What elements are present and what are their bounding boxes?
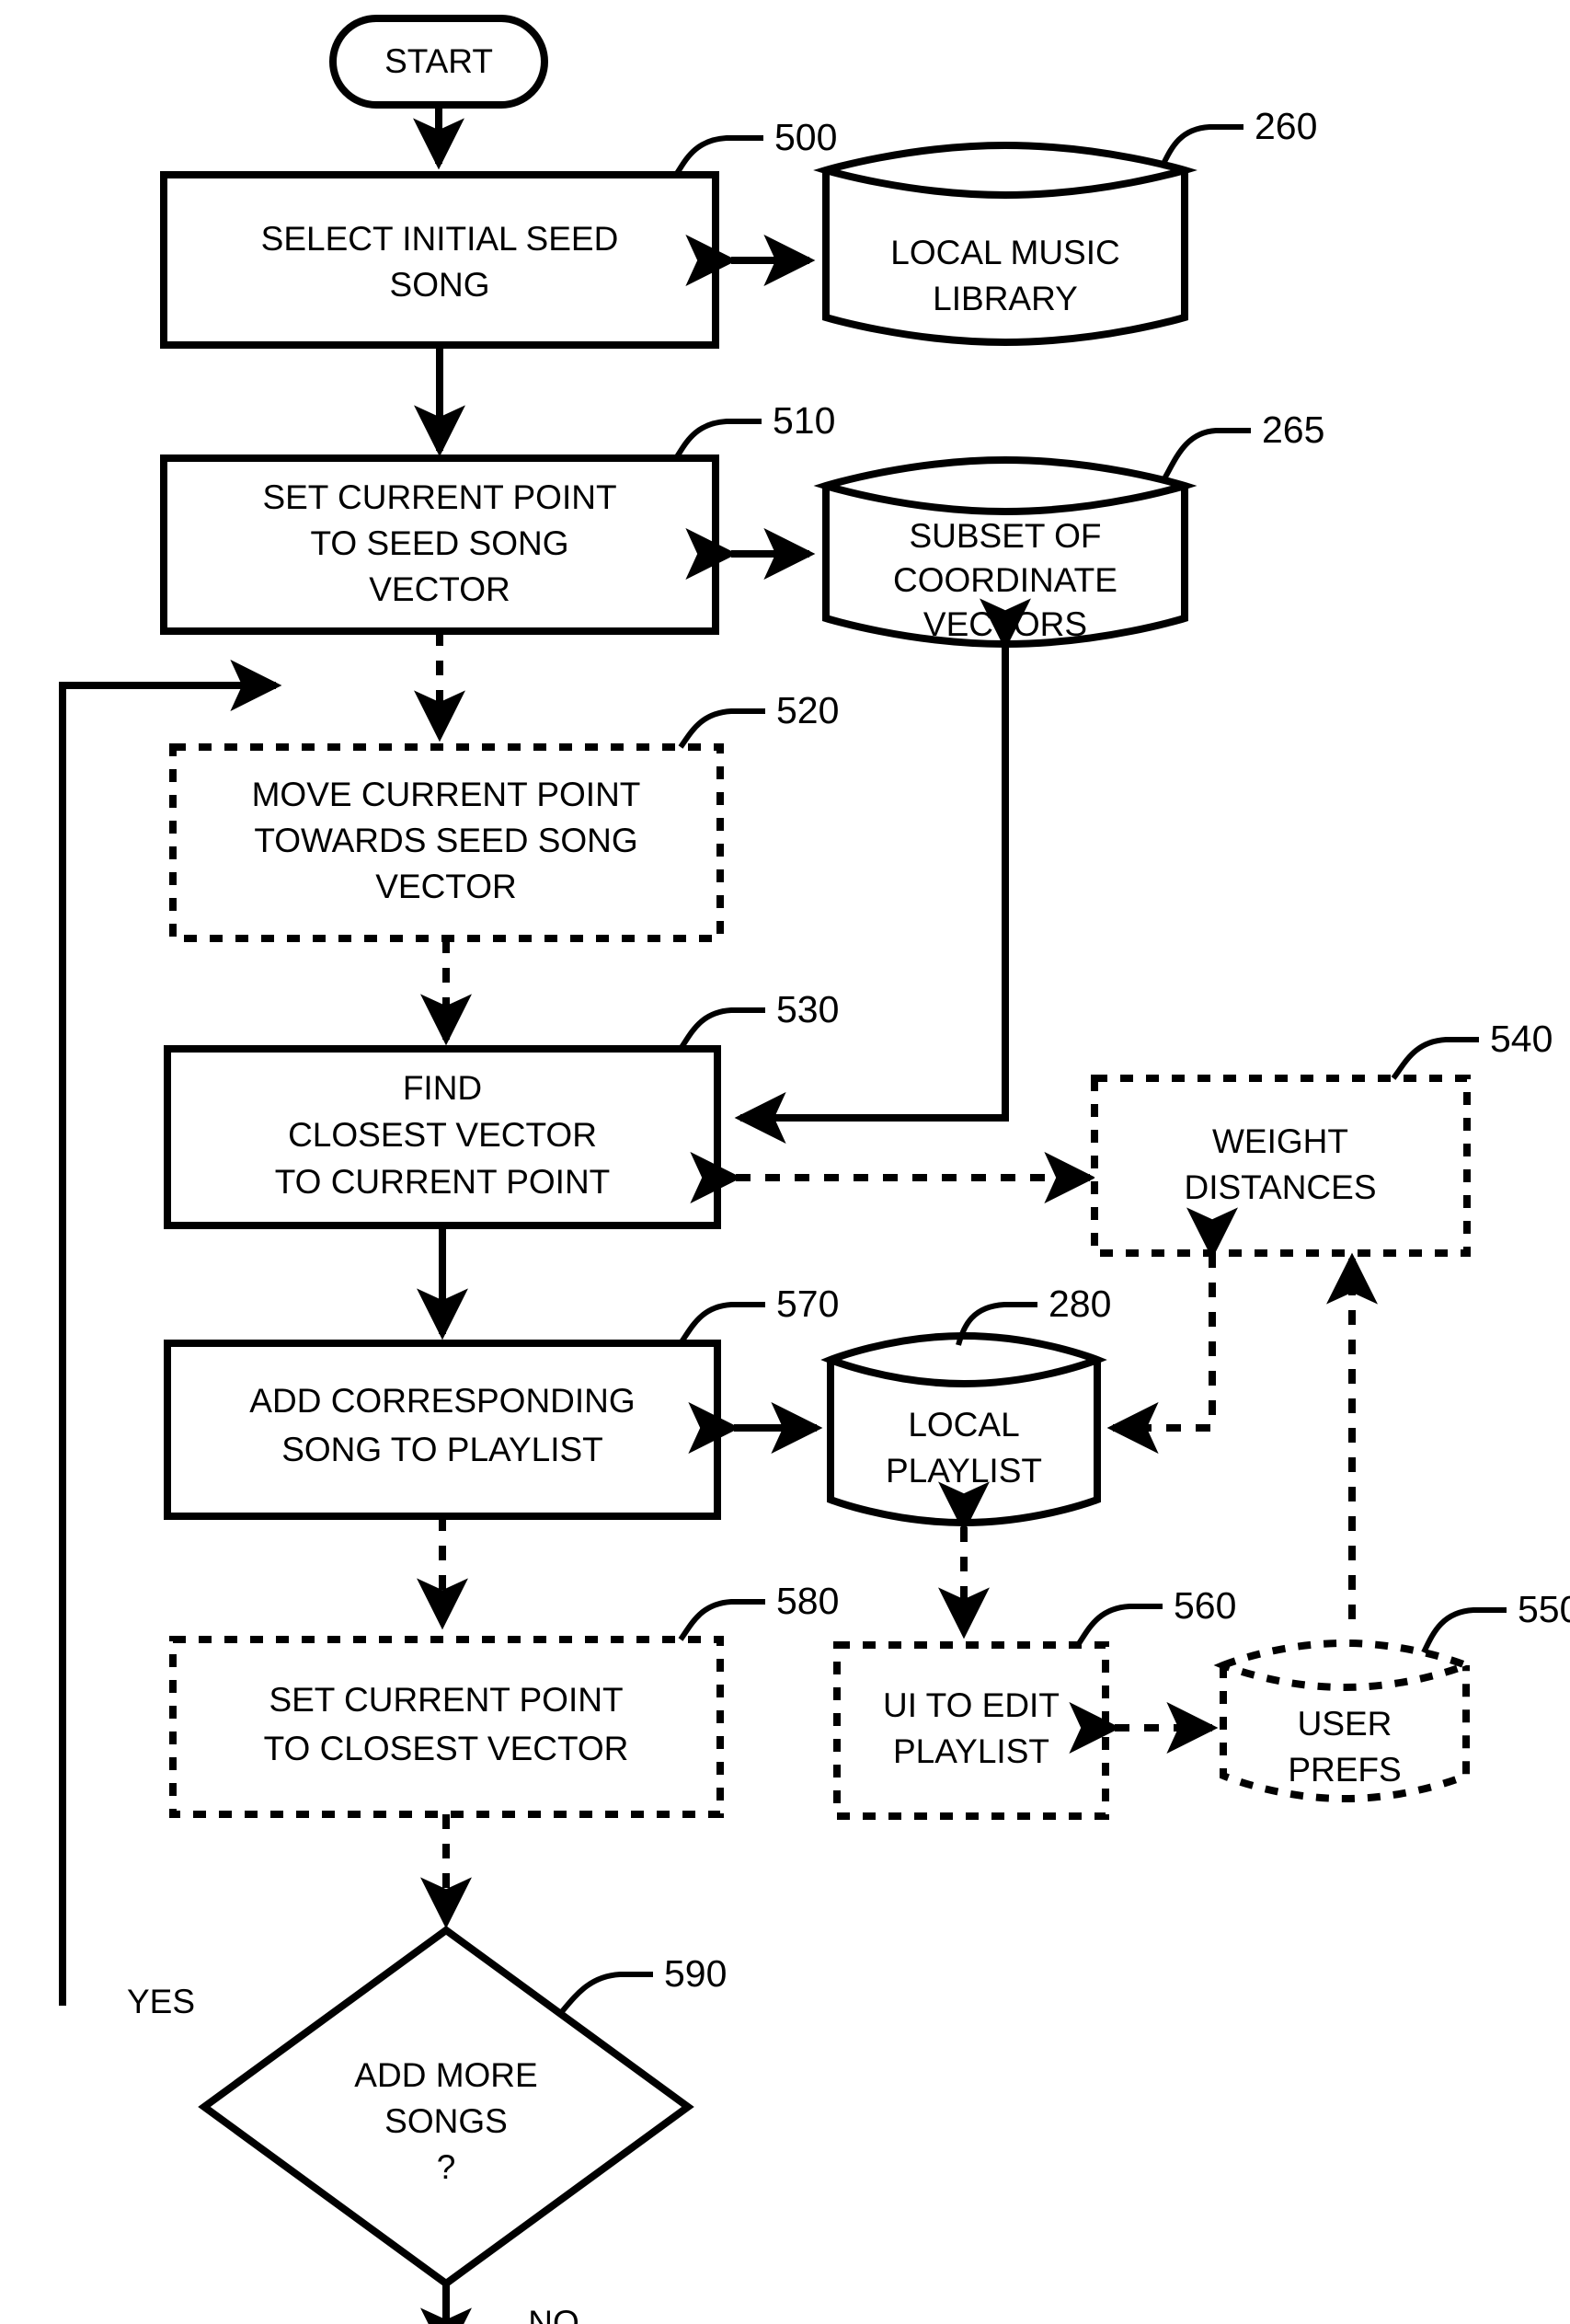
set-current-point-seed-label-line1: SET CURRENT POINT bbox=[262, 478, 616, 516]
select-initial-seed-song-label-line1: SELECT INITIAL SEED bbox=[261, 220, 619, 258]
ref-number-590: 590 bbox=[664, 1952, 727, 1995]
ref-number-570: 570 bbox=[776, 1283, 839, 1325]
start-label: START bbox=[384, 42, 493, 80]
select-initial-seed-song-box bbox=[160, 171, 719, 349]
local-playlist-label-line1: LOCAL bbox=[908, 1406, 1019, 1444]
flowchart-canvas: START SELECT INITIAL SEED SONG 500 LOCAL… bbox=[0, 0, 1570, 2324]
user-prefs-label-line1: USER bbox=[1298, 1705, 1392, 1743]
node-580: SET CURRENT POINT TO CLOSEST VECTOR bbox=[169, 1636, 724, 1818]
user-prefs-label-line2: PREFS bbox=[1288, 1751, 1401, 1789]
leader-500 bbox=[673, 135, 763, 177]
node-520: MOVE CURRENT POINT TOWARDS SEED SONG VEC… bbox=[169, 743, 724, 942]
node-260: LOCAL MUSIC LIBRARY bbox=[813, 141, 1198, 347]
weight-distances-box bbox=[1091, 1075, 1471, 1257]
weight-distances-label-line2: DISTANCES bbox=[1184, 1168, 1376, 1206]
subset-coordinate-vectors-label-line3: VECTORS bbox=[923, 605, 1087, 643]
node-510: SET CURRENT POINT TO SEED SONG VECTOR bbox=[160, 454, 719, 635]
set-current-point-closest-label-line1: SET CURRENT POINT bbox=[269, 1681, 623, 1719]
set-current-point-seed-label-line3: VECTOR bbox=[369, 570, 510, 608]
ref-number-540: 540 bbox=[1490, 1018, 1553, 1060]
leader-560 bbox=[1075, 1604, 1163, 1647]
leader-265 bbox=[1161, 428, 1251, 482]
ref-number-510: 510 bbox=[773, 399, 835, 442]
leader-550 bbox=[1421, 1607, 1507, 1654]
node-start: START bbox=[329, 15, 548, 109]
node-590: ADD MORE SONGS ? bbox=[198, 1926, 694, 2288]
node-560: UI TO EDIT PLAYLIST bbox=[833, 1641, 1109, 1820]
add-corresponding-song-label-line2: SONG TO PLAYLIST bbox=[281, 1431, 603, 1468]
add-more-songs-label-line2: SONGS bbox=[384, 2102, 508, 2140]
subset-coordinate-vectors-label-line1: SUBSET OF bbox=[909, 517, 1101, 555]
local-music-library-label-line2: LIBRARY bbox=[933, 280, 1078, 317]
ui-to-edit-playlist-label-line2: PLAYLIST bbox=[893, 1732, 1049, 1770]
set-current-point-seed-label-line2: TO SEED SONG bbox=[311, 524, 569, 562]
select-initial-seed-song-label-line2: SONG bbox=[390, 266, 490, 304]
flowchart-svg: START SELECT INITIAL SEED SONG 500 LOCAL… bbox=[59, 15, 1570, 2324]
find-closest-vector-label-line1: FIND bbox=[403, 1069, 482, 1107]
ref-number-530: 530 bbox=[776, 988, 839, 1030]
ui-to-edit-playlist-label-line1: UI TO EDIT bbox=[883, 1686, 1060, 1724]
leader-520 bbox=[678, 708, 765, 749]
ref-number-580: 580 bbox=[776, 1580, 839, 1622]
leader-540 bbox=[1391, 1037, 1479, 1080]
edge-label-yes: YES bbox=[127, 1983, 195, 2020]
local-music-library-label-line1: LOCAL MUSIC bbox=[890, 234, 1119, 271]
leader-570 bbox=[678, 1302, 765, 1345]
move-current-point-label-line3: VECTOR bbox=[375, 868, 517, 905]
set-current-point-closest-box bbox=[169, 1636, 724, 1818]
local-playlist-label-line2: PLAYLIST bbox=[886, 1452, 1042, 1490]
ref-number-260: 260 bbox=[1255, 105, 1317, 147]
leader-580 bbox=[678, 1599, 765, 1641]
ref-number-520: 520 bbox=[776, 689, 839, 731]
ref-number-280: 280 bbox=[1049, 1283, 1111, 1325]
add-more-songs-label-line1: ADD MORE bbox=[354, 2056, 537, 2094]
ref-number-550: 550 bbox=[1518, 1588, 1570, 1630]
leader-530 bbox=[678, 1007, 765, 1051]
ref-number-560: 560 bbox=[1174, 1584, 1236, 1627]
set-current-point-closest-label-line2: TO CLOSEST VECTOR bbox=[264, 1730, 629, 1767]
ref-number-265: 265 bbox=[1262, 408, 1324, 451]
leader-260 bbox=[1159, 124, 1243, 169]
node-500: SELECT INITIAL SEED SONG bbox=[160, 171, 719, 349]
edge-label-no: NO bbox=[528, 2304, 579, 2324]
leader-590 bbox=[556, 1972, 653, 2017]
weight-distances-label-line1: WEIGHT bbox=[1212, 1122, 1348, 1160]
node-550: USER PREFS bbox=[1213, 1639, 1476, 1803]
node-530: FIND CLOSEST VECTOR TO CURRENT POINT bbox=[164, 1045, 721, 1229]
subset-coordinate-vectors-label-line2: COORDINATE bbox=[893, 561, 1117, 599]
move-current-point-label-line2: TOWARDS SEED SONG bbox=[254, 822, 637, 859]
node-280: LOCAL PLAYLIST bbox=[820, 1331, 1107, 1527]
move-current-point-label-line1: MOVE CURRENT POINT bbox=[252, 776, 641, 813]
ref-number-500: 500 bbox=[774, 116, 837, 158]
find-closest-vector-label-line3: TO CURRENT POINT bbox=[275, 1163, 611, 1201]
node-265: SUBSET OF COORDINATE VECTORS bbox=[813, 455, 1198, 649]
find-closest-vector-label-line2: CLOSEST VECTOR bbox=[288, 1116, 597, 1154]
ui-to-edit-playlist-box bbox=[833, 1641, 1109, 1820]
edge-540-to-280 bbox=[1106, 1207, 1238, 1454]
add-corresponding-song-label-line1: ADD CORRESPONDING bbox=[249, 1382, 635, 1420]
node-540: WEIGHT DISTANCES bbox=[1091, 1075, 1471, 1257]
add-more-songs-label-line3: ? bbox=[437, 2148, 456, 2186]
node-570: ADD CORRESPONDING SONG TO PLAYLIST bbox=[164, 1340, 721, 1520]
leader-510 bbox=[673, 419, 762, 460]
